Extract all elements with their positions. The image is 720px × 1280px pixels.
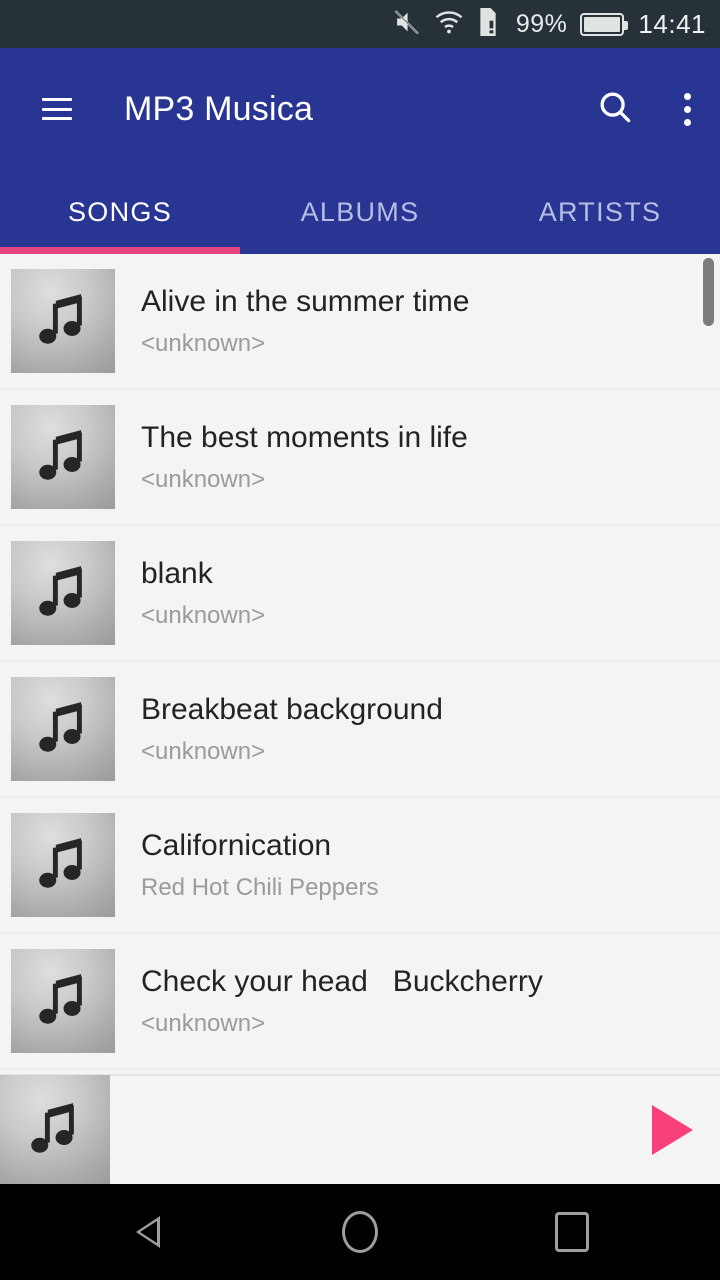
status-bar: 99% 14:41 <box>0 0 720 48</box>
song-artist: <unknown> <box>141 329 266 357</box>
list-item[interactable]: The best moments in life <unknown> <box>0 390 720 526</box>
hamburger-menu-icon[interactable] <box>42 98 72 120</box>
status-bar-icons: 99% <box>393 7 629 41</box>
song-title: blank <box>141 556 213 590</box>
overflow-menu-icon[interactable] <box>676 89 692 130</box>
list-item[interactable]: blank <unknown> <box>0 526 720 662</box>
list-item[interactable]: Breakbeat background <unknown> <box>0 662 720 798</box>
mini-player-bar[interactable] <box>0 1074 720 1185</box>
song-artist: <unknown> <box>141 737 266 765</box>
app-bar: MP3 Musica <box>0 48 720 170</box>
sim-card-alert-icon <box>477 7 499 41</box>
album-art-thumbnail <box>11 541 115 645</box>
music-note-icon <box>39 294 82 344</box>
music-note-icon <box>31 1103 74 1153</box>
android-navigation-bar <box>0 1184 720 1280</box>
nav-recents-button[interactable] <box>542 1202 602 1262</box>
song-artist: <unknown> <box>141 465 266 493</box>
app-bar-actions <box>596 88 692 131</box>
list-item[interactable]: Californication Red Hot Chili Peppers <box>0 798 720 934</box>
wifi-icon <box>434 9 464 40</box>
song-artist: <unknown> <box>141 601 266 629</box>
volume-mute-icon <box>393 8 421 41</box>
home-circle-icon <box>342 1211 378 1253</box>
tab-indicator <box>0 247 240 254</box>
album-art-thumbnail <box>11 677 115 781</box>
recents-square-icon <box>555 1212 589 1252</box>
list-item-text: Breakbeat background <unknown> <box>141 693 443 765</box>
search-icon[interactable] <box>596 88 634 131</box>
tab-bar: SONGS ALBUMS ARTISTS <box>0 170 720 254</box>
battery-icon <box>580 12 629 36</box>
play-button[interactable] <box>624 1075 720 1185</box>
page-title: MP3 Musica <box>124 89 314 128</box>
song-title: The best moments in life <box>141 420 468 454</box>
play-icon <box>651 1105 693 1155</box>
tab-artists[interactable]: ARTISTS <box>480 170 720 254</box>
music-note-icon <box>39 838 82 888</box>
list-item-text: Check your head Buckcherry <unknown> <box>141 965 543 1037</box>
album-art-thumbnail <box>11 813 115 917</box>
music-note-icon <box>39 974 82 1024</box>
list-item[interactable]: Check your head Buckcherry <unknown> <box>0 934 720 1070</box>
song-title: Californication <box>141 828 332 862</box>
status-bar-clock: 14:41 <box>638 8 706 39</box>
music-note-icon <box>39 430 82 480</box>
nav-back-button[interactable] <box>118 1202 178 1262</box>
song-title: Check your head Buckcherry <box>141 964 543 998</box>
tab-songs[interactable]: SONGS <box>0 170 240 254</box>
nav-home-button[interactable] <box>330 1202 390 1262</box>
list-item[interactable]: Alive in the summer time <unknown> <box>0 254 720 390</box>
battery-percent-label: 99% <box>515 9 568 38</box>
list-item-text: The best moments in life <unknown> <box>141 421 468 493</box>
album-art-thumbnail <box>11 405 115 509</box>
song-title: Breakbeat background <box>141 692 443 726</box>
tab-albums[interactable]: ALBUMS <box>240 170 480 254</box>
song-artist: <unknown> <box>141 1009 266 1037</box>
song-artist: Red Hot Chili Peppers <box>141 873 379 901</box>
music-note-icon <box>39 702 82 752</box>
list-item-text: Alive in the summer time <unknown> <box>141 285 469 357</box>
song-list[interactable]: Alive in the summer time <unknown> The b… <box>0 254 720 1084</box>
scrollbar-thumb[interactable] <box>703 258 714 326</box>
back-triangle-icon <box>136 1216 160 1248</box>
now-playing-album-art <box>0 1075 110 1185</box>
album-art-thumbnail <box>11 269 115 373</box>
song-title: Alive in the summer time <box>141 284 470 318</box>
list-item-text: blank <unknown> <box>141 557 265 629</box>
list-item-text: Californication Red Hot Chili Peppers <box>141 829 378 901</box>
music-note-icon <box>39 566 82 616</box>
album-art-thumbnail <box>11 949 115 1053</box>
